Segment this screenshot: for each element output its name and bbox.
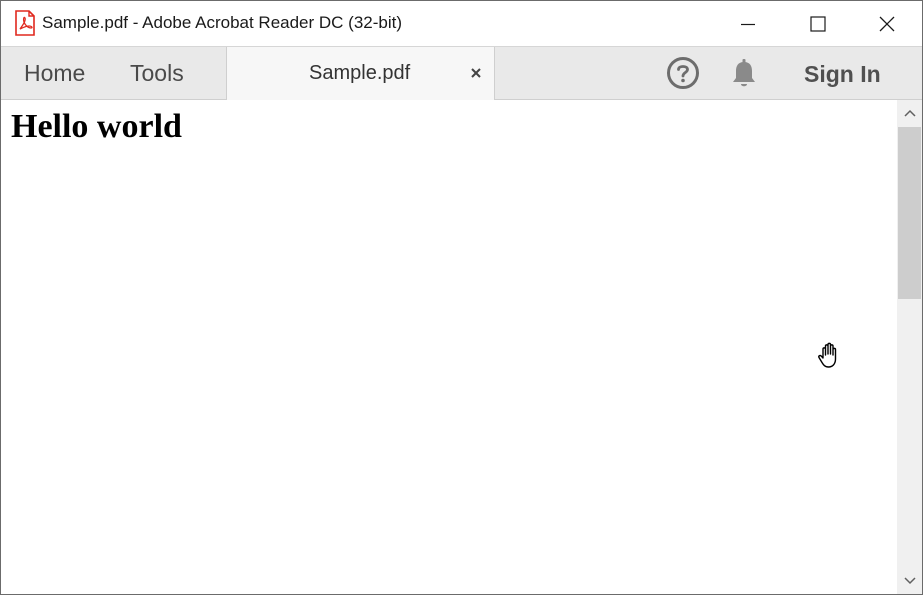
document-heading: Hello world — [11, 108, 182, 145]
tab-bar: Home Tools Sample.pdf Sign In — [1, 46, 922, 101]
minimize-button[interactable] — [713, 1, 783, 46]
tab-home[interactable]: Home — [24, 47, 85, 99]
maximize-button[interactable] — [783, 1, 853, 46]
tab-document[interactable]: Sample.pdf — [226, 47, 495, 101]
bell-icon[interactable] — [729, 58, 759, 90]
tab-tools[interactable]: Tools — [130, 47, 184, 99]
acrobat-window: Sample.pdf - Adobe Acrobat Reader DC (32… — [0, 0, 923, 595]
close-icon — [879, 16, 895, 31]
chevron-down-icon — [903, 577, 916, 585]
scroll-thumb[interactable] — [898, 127, 921, 299]
help-question-icon[interactable] — [666, 56, 700, 90]
hand-cursor-icon — [818, 342, 837, 368]
document-view[interactable]: Hello world — [1, 100, 897, 594]
close-button[interactable] — [852, 1, 922, 46]
acrobat-pdf-icon — [15, 10, 35, 36]
document-tab-label: Sample.pdf — [309, 62, 411, 84]
vertical-scrollbar[interactable] — [897, 100, 922, 594]
scroll-down-button[interactable] — [897, 568, 922, 594]
maximize-icon — [810, 15, 826, 32]
close-tab-icon[interactable] — [467, 64, 485, 82]
scroll-up-button[interactable] — [897, 100, 922, 126]
sign-in-button[interactable]: Sign In — [804, 47, 881, 101]
window-title: Sample.pdf - Adobe Acrobat Reader DC (32… — [42, 13, 403, 32]
minimize-icon — [741, 23, 755, 25]
title-bar[interactable]: Sample.pdf - Adobe Acrobat Reader DC (32… — [1, 1, 922, 46]
chevron-up-icon — [903, 109, 916, 117]
